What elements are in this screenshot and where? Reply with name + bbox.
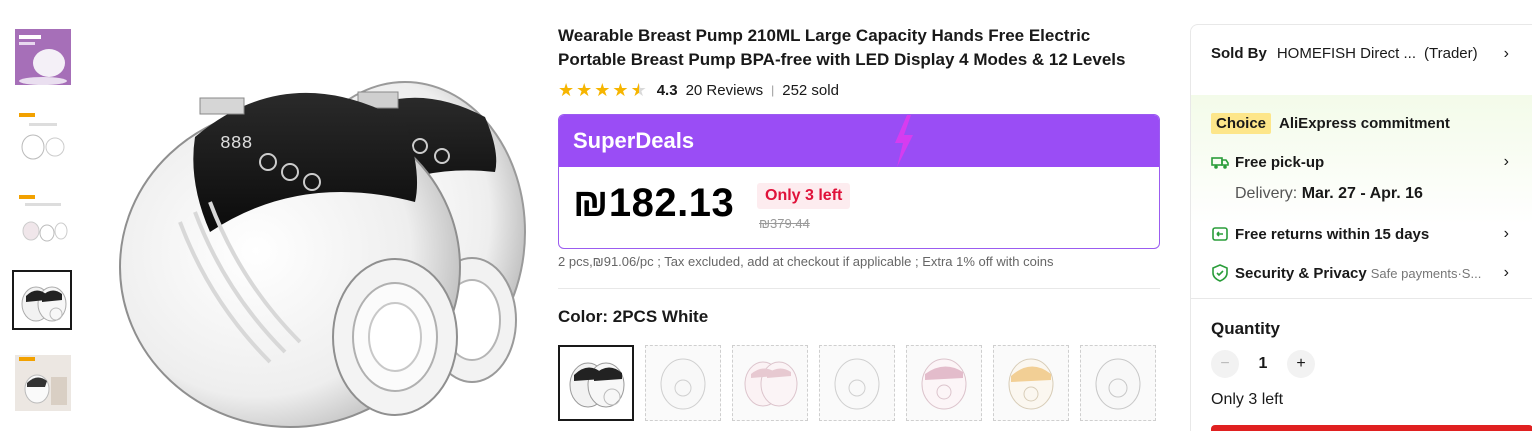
delivery-dates: Mar. 27 - Apr. 16 — [1301, 185, 1423, 202]
security-text: Security & Privacy — [1235, 264, 1367, 282]
swatch-image — [1095, 358, 1141, 410]
color-swatch[interactable] — [645, 345, 721, 421]
stock-badge: Only 3 left — [757, 183, 851, 209]
svg-text:888: 888 — [220, 134, 252, 154]
quantity-stepper: − 1 + — [1211, 350, 1315, 378]
color-swatch-list — [558, 345, 1156, 421]
superdeals-banner: SuperDeals — [559, 115, 1159, 167]
purchase-panel: Sold By HOMEFISH Direct ... (Trader) › C… — [1190, 24, 1532, 431]
swatch-image — [1008, 358, 1054, 410]
delivery-row: Delivery: Mar. 27 - Apr. 16 — [1235, 185, 1423, 203]
buy-now-button[interactable] — [1211, 425, 1532, 431]
thumb-product-parts[interactable] — [12, 190, 72, 250]
choice-badge: Choice — [1211, 113, 1272, 134]
color-swatch[interactable] — [993, 345, 1069, 421]
chevron-right-icon[interactable]: › — [1504, 45, 1509, 63]
seller-type: (Trader) — [1424, 45, 1478, 62]
sold-by-row[interactable]: Sold By HOMEFISH Direct ... (Trader) › — [1211, 45, 1521, 62]
swatch-image — [834, 358, 880, 410]
quantity-value[interactable]: 1 — [1239, 355, 1287, 373]
thumb-product-box[interactable] — [12, 352, 72, 412]
shield-icon — [1212, 264, 1228, 282]
star-icon: ★ — [612, 80, 629, 100]
stock-note: Only 3 left — [1211, 391, 1284, 408]
half-star-icon: ★ — [630, 80, 647, 100]
swatch-image — [660, 358, 706, 410]
thumb-product-white-2pcs[interactable] — [12, 270, 72, 330]
thumb-image — [15, 355, 71, 411]
thumb-product-structure[interactable] — [12, 108, 72, 168]
choice-commitment-row: Choice AliExpress commitment — [1211, 113, 1450, 134]
sold-by-label: Sold By — [1211, 45, 1267, 62]
swatch-image — [569, 362, 625, 408]
color-swatch[interactable] — [906, 345, 982, 421]
rating-row: ★ ★ ★ ★ ★ 4.3 20 Reviews | 252 sold — [558, 79, 839, 101]
tax-note: 2 pcs,₪91.06/pc ; Tax excluded, add at c… — [558, 254, 1054, 269]
thumb-image — [15, 29, 71, 85]
thumb-image — [16, 274, 70, 328]
security-row[interactable]: Security & Privacy Safe payments·S... › — [1211, 264, 1521, 282]
rating-stars: ★ ★ ★ ★ ★ — [558, 81, 647, 99]
seller-name[interactable]: HOMEFISH Direct ... — [1277, 45, 1416, 62]
chevron-right-icon[interactable]: › — [1504, 153, 1509, 171]
divider — [1191, 298, 1532, 299]
thumb-image — [15, 111, 71, 167]
return-icon — [1212, 227, 1228, 241]
increase-button[interactable]: + — [1287, 350, 1315, 378]
delivery-label: Delivery: — [1235, 185, 1298, 202]
quantity-label: Quantity — [1211, 319, 1280, 338]
chevron-right-icon[interactable]: › — [1504, 225, 1509, 243]
returns-row[interactable]: Free returns within 15 days › — [1211, 225, 1521, 243]
original-price: ₪379.44 — [759, 216, 810, 231]
lightning-icon — [895, 115, 913, 167]
color-swatch-selected[interactable] — [558, 345, 634, 421]
superdeals-box: SuperDeals ₪182.13 Only 3 left ₪379.44 — [558, 114, 1160, 249]
security-subtext: Safe payments·S... — [1370, 265, 1482, 281]
reviews-link[interactable]: 20 Reviews — [686, 82, 764, 99]
color-swatch[interactable] — [819, 345, 895, 421]
color-swatch[interactable] — [732, 345, 808, 421]
thumb-image — [15, 193, 71, 249]
main-product-image[interactable]: 888 888 — [100, 62, 530, 430]
returns-text: Free returns within 15 days — [1235, 225, 1430, 243]
star-icon: ★ — [558, 80, 575, 100]
sold-count: 252 sold — [782, 81, 839, 99]
star-icon: ★ — [594, 80, 611, 100]
truck-icon — [1211, 157, 1229, 169]
thumb-product-promo[interactable] — [12, 26, 72, 86]
swatch-image — [921, 358, 967, 410]
rating-value: 4.3 — [656, 81, 678, 99]
star-icon: ★ — [576, 80, 593, 100]
commitment-text: AliExpress commitment — [1279, 115, 1450, 132]
color-swatch[interactable] — [1080, 345, 1156, 421]
pickup-row[interactable]: Free pick-up › — [1211, 153, 1521, 171]
color-label: Color: 2PCS White — [558, 307, 709, 326]
superdeals-label: SuperDeals — [573, 128, 695, 153]
separator: | — [771, 83, 775, 97]
chevron-right-icon[interactable]: › — [1504, 264, 1509, 282]
sale-price: ₪182.13 — [573, 181, 735, 225]
swatch-image — [744, 361, 798, 407]
pickup-text: Free pick-up — [1235, 153, 1325, 171]
divider — [558, 288, 1160, 289]
product-title: Wearable Breast Pump 210ML Large Capacit… — [558, 26, 1126, 69]
decrease-button[interactable]: − — [1211, 350, 1239, 378]
